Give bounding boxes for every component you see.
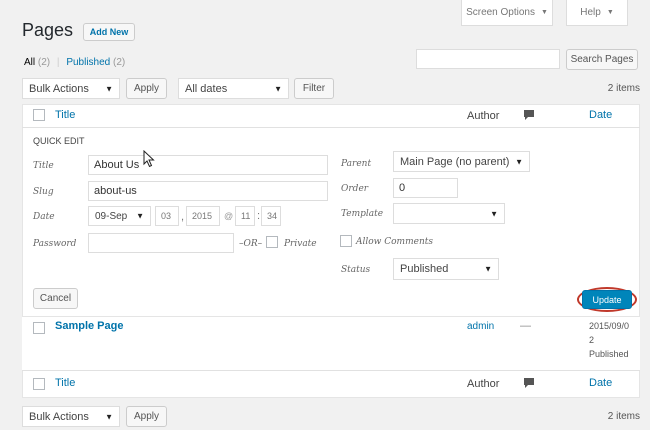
row-title-link[interactable]: Sample Page [55,320,123,332]
comment-bubble-icon [523,109,535,121]
filter-published-label: Published [66,57,111,68]
parent-field-label: Parent [341,159,372,169]
year-field[interactable]: 2015 [186,206,220,226]
select-all-checkbox[interactable] [33,109,45,121]
filter-all-link[interactable]: All (2) [24,57,50,68]
month-select[interactable]: 09-Sep ▼ [88,206,151,226]
date-filter-value: All dates [185,82,228,95]
bulk-actions-select[interactable]: Bulk Actions ▼ [22,78,120,99]
search-pages-button[interactable]: Search Pages [566,49,638,70]
filter-published-link[interactable]: Published (2) [66,57,125,68]
update-label: Update [592,294,622,305]
search-pages-label: Search Pages [570,54,634,65]
cancel-label: Cancel [39,293,72,304]
row-date-line2: 2 [589,335,595,345]
triangle-down-icon: ▼ [105,412,113,421]
filter-all-count: (2) [37,57,51,68]
table-header-row [22,104,640,128]
chevron-down-icon: ▼ [606,9,614,16]
triangle-down-icon: ▼ [136,211,144,221]
row-checkbox[interactable] [33,322,45,334]
apply-label: Apply [133,83,159,94]
order-field-label: Order [341,184,369,194]
quick-edit-heading: QUICK EDIT [33,136,85,146]
date-comma: , [181,211,185,223]
help-tab[interactable]: Help ▼ [566,0,628,26]
status-value: Published [400,263,449,275]
mouse-cursor-icon [143,149,155,168]
items-count-bottom: 2 items [607,411,640,422]
column-title-header[interactable]: Title [55,109,75,121]
order-field[interactable]: 0 [393,178,458,198]
slug-field[interactable]: about-us [88,181,328,201]
filter-all-label: All [24,57,36,68]
cancel-button[interactable]: Cancel [33,288,78,309]
update-button[interactable]: Update [582,290,632,309]
row-comments-value: — [520,320,531,332]
bulk-actions-select-bottom[interactable]: Bulk Actions ▼ [22,406,120,427]
date-filter-select[interactable]: All dates ▼ [178,78,289,99]
password-field-label: Password [33,239,77,249]
bulk-actions-value-bottom: Bulk Actions [29,410,89,423]
add-new-label: Add New [89,27,129,37]
column-author-footer: Author [467,378,500,390]
title-field[interactable]: About Us [88,155,328,175]
row-date-status: Published [589,349,629,359]
allow-comments-checkbox[interactable] [340,235,352,247]
date-field-label: Date [33,212,55,222]
apply-label-bottom: Apply [133,411,159,422]
parent-select[interactable]: Main Page (no parent) ▼ [393,151,530,172]
filter-label: Filter [302,83,326,94]
page-title: Pages [22,20,74,40]
allow-comments-label: Allow Comments [356,237,433,247]
template-select[interactable]: ▼ [393,203,505,224]
filter-published-count: (2) [113,57,126,68]
column-title-footer[interactable]: Title [55,377,75,389]
triangle-down-icon: ▼ [274,84,282,93]
private-checkbox[interactable] [266,236,278,248]
title-field-label: Title [33,161,54,171]
search-input[interactable] [416,49,560,69]
minute-field[interactable]: 34 [261,206,281,226]
column-author-header: Author [467,110,500,122]
status-filter-links: All (2) | Published (2) [24,57,125,68]
comment-bubble-icon [523,377,535,389]
triangle-down-icon: ▼ [515,157,523,166]
add-new-button[interactable]: Add New [83,23,135,41]
screen-options-tab[interactable]: Screen Options ▼ [461,0,553,26]
filter-separator: | [56,57,60,68]
template-field-label: Template [341,209,384,219]
help-label: Help [580,7,601,18]
apply-button[interactable]: Apply [126,78,167,99]
month-value: 09-Sep [95,210,128,222]
row-author-link[interactable]: admin [467,321,494,332]
screen-options-label: Screen Options [466,7,535,18]
hour-field[interactable]: 11 [235,206,255,226]
status-select[interactable]: Published ▼ [393,258,499,280]
time-colon: : [257,210,261,222]
filter-button[interactable]: Filter [294,78,334,99]
day-field[interactable]: 03 [155,206,179,226]
select-all-checkbox-footer[interactable] [33,378,45,390]
status-field-label: Status [341,265,371,275]
parent-value: Main Page (no parent) [400,155,510,168]
apply-button-bottom[interactable]: Apply [126,406,167,427]
column-date-header[interactable]: Date [589,109,612,121]
column-date-footer[interactable]: Date [589,377,612,389]
bulk-actions-value: Bulk Actions [29,82,89,95]
triangle-down-icon: ▼ [490,209,498,218]
password-or-text: –OR– [239,239,263,249]
private-label: Private [284,239,317,249]
triangle-down-icon: ▼ [484,264,492,274]
items-count: 2 items [607,83,640,94]
password-field[interactable] [88,233,234,253]
triangle-down-icon: ▼ [105,84,113,93]
date-at-symbol: @ [224,211,234,221]
slug-field-label: Slug [33,187,54,197]
row-date-line1: 2015/09/0 [589,321,630,331]
chevron-down-icon: ▼ [541,9,548,16]
